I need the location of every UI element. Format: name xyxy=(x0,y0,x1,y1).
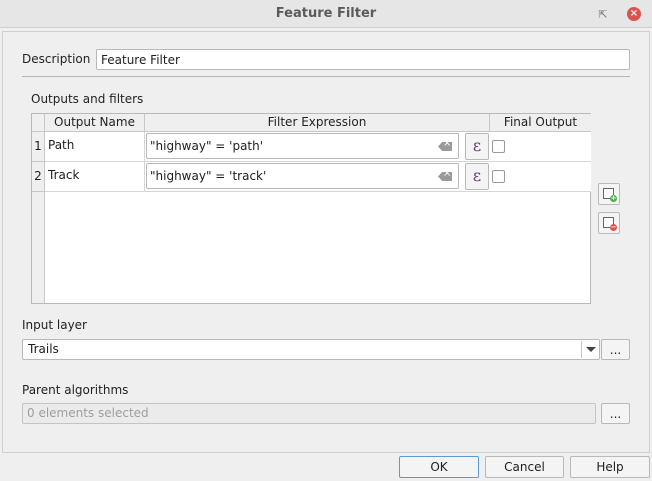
table-empty-area xyxy=(45,192,590,303)
add-row-button[interactable]: + xyxy=(598,183,620,205)
expression-input[interactable]: "highway" = 'track' xyxy=(146,163,459,189)
input-layer-value: Trails xyxy=(28,342,59,356)
row-header[interactable]: 2 xyxy=(32,162,45,192)
parent-algorithms-browse-button[interactable]: ... xyxy=(601,403,630,424)
ok-button[interactable]: OK xyxy=(399,456,479,478)
plus-icon: + xyxy=(610,194,617,202)
corner-header xyxy=(32,114,45,132)
filter-expression-cell: "highway" = 'path' xyxy=(145,132,490,162)
combo-divider xyxy=(581,341,582,358)
column-header-final-output[interactable]: Final Output xyxy=(490,114,591,132)
separator xyxy=(22,76,630,77)
input-layer-browse-button[interactable]: ... xyxy=(601,339,630,360)
help-button[interactable]: Help xyxy=(570,456,650,478)
window-title: Feature Filter xyxy=(275,6,377,21)
row-header[interactable]: 1 xyxy=(32,132,45,162)
column-header-filter-expression[interactable]: Filter Expression xyxy=(145,114,490,132)
outputs-section-label: Outputs and filters xyxy=(31,92,144,106)
parent-algorithms-placeholder: 0 elements selected xyxy=(27,406,149,420)
final-output-checkbox[interactable] xyxy=(492,140,505,153)
row-header-strip xyxy=(32,192,45,303)
parent-algorithms-field: 0 elements selected xyxy=(22,403,596,424)
restore-icon[interactable]: ⇱ xyxy=(596,8,610,22)
filter-expression-cell: "highway" = 'track' xyxy=(145,162,490,192)
expression-input[interactable]: "highway" = 'path' xyxy=(146,133,459,159)
expression-builder-button[interactable]: ε xyxy=(465,163,489,190)
input-layer-label: Input layer xyxy=(22,318,87,332)
column-header-output-name[interactable]: Output Name xyxy=(45,114,145,132)
table-row[interactable]: Path xyxy=(45,132,145,162)
clear-icon[interactable] xyxy=(438,172,452,181)
chevron-down-icon[interactable] xyxy=(586,347,596,352)
description-input[interactable] xyxy=(96,49,630,70)
minus-icon: − xyxy=(610,223,617,231)
outputs-table: Output Name Filter Expression Final Outp… xyxy=(31,113,591,304)
final-output-cell xyxy=(490,162,591,192)
expression-builder-button[interactable]: ε xyxy=(465,133,489,160)
clear-icon[interactable] xyxy=(438,142,452,151)
title-bar: Feature Filter ⇱ × xyxy=(0,0,652,28)
final-output-cell xyxy=(490,132,591,162)
final-output-checkbox[interactable] xyxy=(492,170,505,183)
remove-row-button[interactable]: − xyxy=(598,212,620,234)
input-layer-select[interactable]: Trails xyxy=(22,339,600,360)
cancel-button[interactable]: Cancel xyxy=(485,456,564,478)
expression-text: "highway" = 'track' xyxy=(150,169,267,183)
expression-text: "highway" = 'path' xyxy=(150,139,264,153)
table-row[interactable]: Track xyxy=(45,162,145,192)
parent-algorithms-label: Parent algorithms xyxy=(22,383,129,397)
output-name-cell[interactable]: Path xyxy=(48,138,74,152)
description-label: Description xyxy=(22,52,91,66)
output-name-cell[interactable]: Track xyxy=(48,168,79,182)
close-icon[interactable]: × xyxy=(627,7,641,21)
